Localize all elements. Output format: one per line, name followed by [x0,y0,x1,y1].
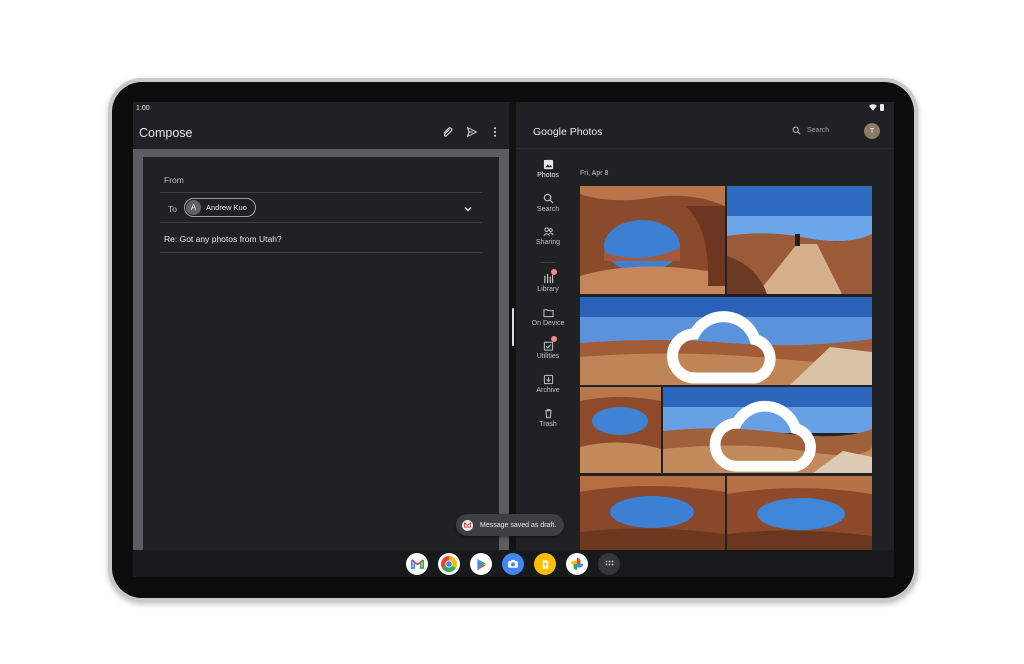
keep-icon[interactable] [534,553,556,575]
nav-item-trash[interactable]: Trash [531,407,565,437]
nav-label-archive: Archive [536,387,560,394]
nav-label-utilities: Utilities [536,353,560,360]
photo-tile[interactable] [580,186,725,294]
to-field[interactable]: To A Andrew Kuo [160,193,482,223]
trash-icon [542,407,554,419]
battery-icon [880,104,884,111]
utilities-badge [551,336,557,342]
cloud-backup-icon [667,311,776,384]
nav-label-search: Search [536,206,560,213]
launcher-icon[interactable] [598,553,620,575]
expand-recipients-button[interactable] [462,202,474,214]
nav-label-photos: Photos [537,172,559,179]
search-icon [542,192,554,204]
compose-form: From To A Andrew Kuo Re: Got any photos … [143,157,499,550]
photos-app-title: Google Photos [533,126,603,138]
nav-label-sharing: Sharing [535,239,561,246]
more-vert-icon [494,127,496,137]
recipient-chip[interactable]: A Andrew Kuo [184,198,256,217]
header-divider [516,148,894,149]
account-avatar[interactable]: T [864,123,880,139]
send-icon [467,127,477,137]
photo-icon [542,158,554,170]
gmail-icon[interactable] [406,553,428,575]
chevron-down-icon [464,207,472,212]
status-time: 1:00 [136,105,150,112]
nav-label-library: Library [537,286,559,293]
app-dock [406,553,620,575]
photo-tile[interactable] [727,186,872,294]
snackbar-message: Message saved as draft. [480,521,557,529]
cloud-backup-icon [709,400,816,472]
draft-saved-snackbar: Message saved as draft. [456,514,565,536]
nav-item-search[interactable]: Search [531,192,565,222]
split-drag-handle[interactable] [512,308,514,346]
google-photos-pane: Google Photos Search T Photos Search Sha… [516,102,894,550]
from-field[interactable]: From [160,163,482,193]
archive-icon [542,373,554,385]
send-button[interactable] [465,125,479,139]
date-header: Fri, Apr 8 [580,170,609,177]
nav-item-archive[interactable]: Archive [531,373,565,403]
desktop-canvas: 1:00 Compose From To A Andrew Kuo Re: Go… [0,0,1024,664]
photos-app-icon[interactable] [566,553,588,575]
nav-item-utilities[interactable]: Utilities [531,336,565,369]
attach-button[interactable] [441,125,455,139]
shelf [133,550,894,577]
nav-item-sharing[interactable]: Sharing [531,225,565,255]
people-icon [542,225,554,237]
compose-title: Compose [139,126,193,140]
from-label: From [164,175,184,185]
photo-tile[interactable] [580,297,872,385]
subject-field[interactable]: Re: Got any photos from Utah? [160,223,482,253]
library-badge [551,269,557,275]
to-label: To [168,204,177,214]
photo-tile[interactable] [727,476,872,550]
paperclip-icon [443,127,453,137]
photo-tile[interactable] [580,387,661,473]
recipient-avatar: A [186,200,201,215]
nav-item-photos[interactable]: Photos [531,158,565,188]
search-placeholder: Search [807,127,830,134]
photos-search[interactable]: Search [792,126,829,135]
gmail-compose-pane: 1:00 Compose From To A Andrew Kuo Re: Go… [133,102,509,550]
tablet-screen: 1:00 Compose From To A Andrew Kuo Re: Go… [133,102,894,577]
folder-icon [542,306,554,318]
gmail-small-icon [462,519,473,531]
nav-item-library[interactable]: Library [531,269,565,302]
utilities-icon [542,336,557,351]
play-store-icon[interactable] [470,553,492,575]
nav-separator [541,262,555,263]
status-icons [869,104,884,111]
nav-label-on-device: On Device [531,320,565,327]
subject-text: Re: Got any photos from Utah? [164,234,282,244]
search-icon [792,126,801,135]
wifi-icon [869,104,877,111]
photo-tile[interactable] [580,476,725,550]
camera-icon[interactable] [502,553,524,575]
library-icon [542,269,557,284]
compose-header: Compose [133,118,509,148]
nav-item-on-device[interactable]: On Device [531,306,565,336]
compose-card: From To A Andrew Kuo Re: Got any photos … [133,149,509,550]
recipient-name: Andrew Kuo [206,203,247,212]
photo-tile[interactable] [663,387,872,473]
chrome-icon[interactable] [438,553,460,575]
more-options-button[interactable] [488,125,502,139]
nav-label-trash: Trash [539,421,557,428]
